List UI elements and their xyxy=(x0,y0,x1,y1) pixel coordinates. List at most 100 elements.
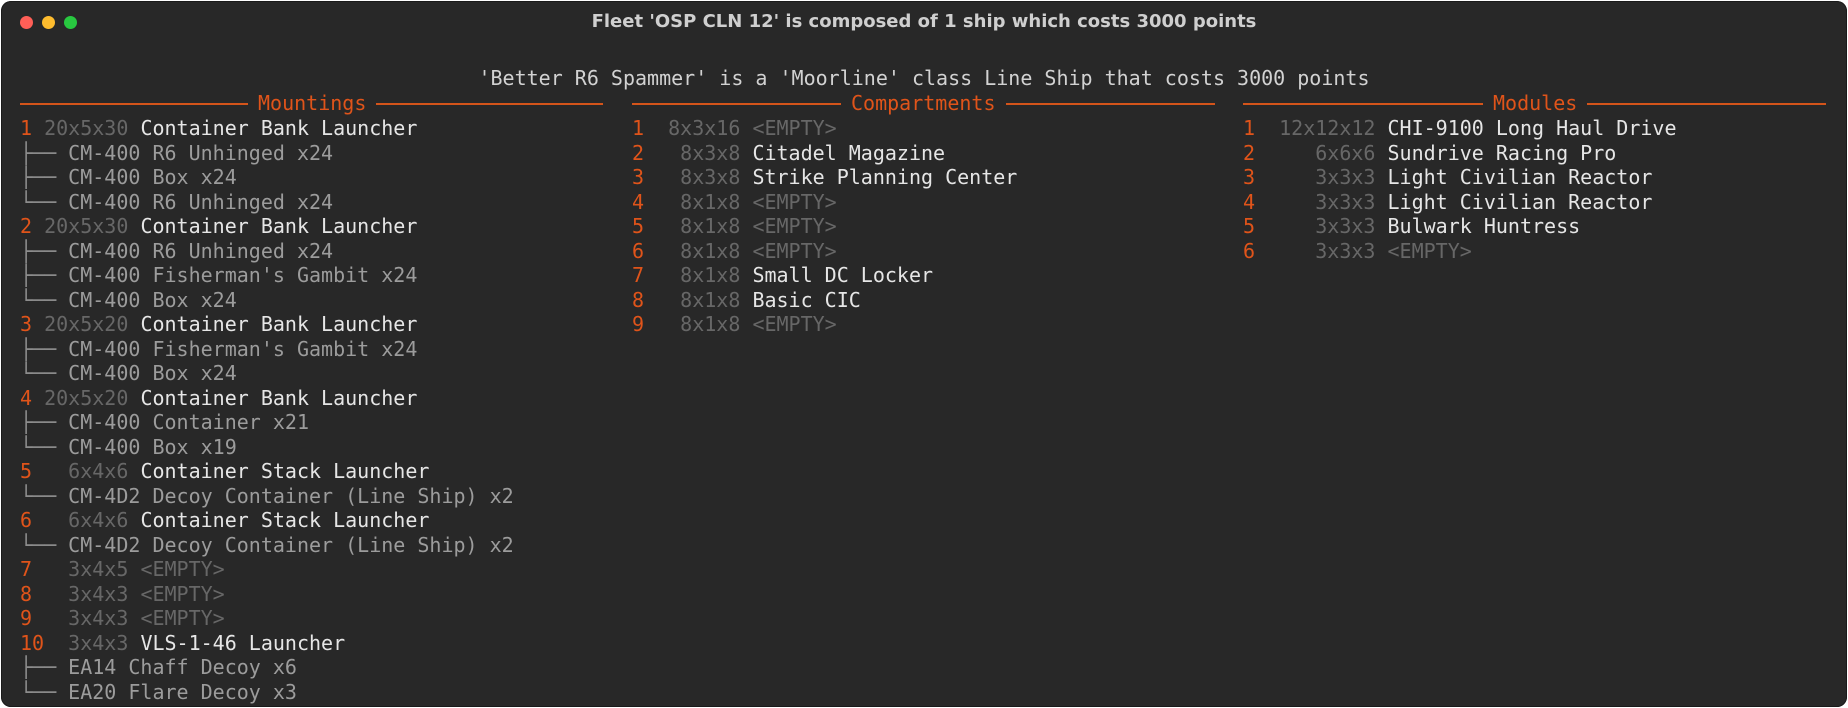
munition-row: └── CM-400 Box x24 xyxy=(20,361,237,385)
mountings-title: Mountings xyxy=(248,91,377,115)
tree-branch: ├── xyxy=(20,238,57,263)
mounting-name: Container Bank Launcher xyxy=(140,214,418,238)
munition-label: CM-400 Fisherman's Gambit x24 xyxy=(68,336,418,361)
tree-branch: └── xyxy=(20,483,57,508)
mounting-name: Container Bank Launcher xyxy=(140,312,418,336)
mounting-index: 1 xyxy=(20,116,33,140)
compartment-row-name: <EMPTY> xyxy=(752,189,837,214)
mounting-index: 6 xyxy=(20,508,33,532)
mounting-name: <EMPTY> xyxy=(140,557,225,581)
mounting-size: 6x4x6 xyxy=(44,508,129,532)
compartment-row-name: Strike Planning Center xyxy=(752,165,1018,189)
compartment-row-size: 8x1x8 xyxy=(668,287,741,312)
mounting-name: Container Stack Launcher xyxy=(140,459,430,483)
mounting-size: 20x5x20 xyxy=(44,385,129,410)
mounting-index: 3 xyxy=(20,312,33,336)
compartment-row: 5 8x1x8 <EMPTY> xyxy=(632,214,837,238)
module-row-index: 5 xyxy=(1243,214,1256,238)
munition-row: ├── CM-400 Fisherman's Gambit x24 xyxy=(20,263,417,287)
mounting-row: 10 3x4x3 VLS-1-46 Launcher xyxy=(20,631,345,655)
tree-branch: ├── xyxy=(20,165,57,189)
compartment-row-index: 5 xyxy=(632,214,645,238)
munition-row: ├── CM-400 Container x21 xyxy=(20,410,309,434)
munition-label: CM-400 Fisherman's Gambit x24 xyxy=(68,263,418,287)
munition-label: CM-400 Box x24 xyxy=(68,287,237,312)
mounting-index: 8 xyxy=(20,581,33,606)
munition-label: EA14 Chaff Decoy x6 xyxy=(68,655,297,679)
ship-summary: 'Better R6 Spammer' is a 'Moorline' clas… xyxy=(478,66,1370,90)
compartment-row-index: 2 xyxy=(632,140,645,165)
module-row: 4 3x3x3 Light Civilian Reactor xyxy=(1243,190,1652,214)
module-row-index: 6 xyxy=(1243,238,1256,263)
mounting-index: 10 xyxy=(20,630,45,655)
mounting-row: 3 20x5x20 Container Bank Launcher xyxy=(20,312,417,336)
mounting-row: 5 6x4x6 Container Stack Launcher xyxy=(20,459,429,483)
module-row: 6 3x3x3 <EMPTY> xyxy=(1243,239,1472,263)
compartment-row-name: <EMPTY> xyxy=(752,238,837,263)
compartment-row-size: 8x1x8 xyxy=(668,189,741,214)
mounting-name: Container Bank Launcher xyxy=(140,385,418,410)
module-row-name: Sundrive Racing Pro xyxy=(1387,140,1617,165)
mounting-size: 3x4x3 xyxy=(44,606,129,630)
munition-row: └── CM-400 Box x24 xyxy=(20,288,237,312)
compartment-row-name: Small DC Locker xyxy=(752,263,934,287)
tree-branch: └── xyxy=(20,532,57,557)
mounting-row: 7 3x4x5 <EMPTY> xyxy=(20,557,225,581)
compartment-row: 9 8x1x8 <EMPTY> xyxy=(632,312,837,336)
mounting-index: 7 xyxy=(20,557,33,581)
mounting-size: 3x4x3 xyxy=(44,581,129,606)
mounting-size: 20x5x20 xyxy=(44,312,129,336)
mounting-size: 20x5x30 xyxy=(44,214,129,238)
module-row-size: 3x3x3 xyxy=(1279,238,1376,263)
module-row: 5 3x3x3 Bulwark Huntress xyxy=(1243,214,1580,238)
compartment-row-size: 8x3x8 xyxy=(668,165,741,189)
tree-branch: ├── xyxy=(20,655,57,679)
compartment-row-index: 1 xyxy=(632,116,645,140)
mounting-index: 5 xyxy=(20,459,33,483)
mounting-row: 6 6x4x6 Container Stack Launcher xyxy=(20,508,429,532)
tree-branch: └── xyxy=(20,361,57,385)
compartment-row-name: Citadel Magazine xyxy=(752,140,946,165)
compartments-header: Compartments xyxy=(632,91,1215,115)
munition-row: ├── EA14 Chaff Decoy x6 xyxy=(20,655,297,679)
module-row: 1 12x12x12 CHI-9100 Long Haul Drive xyxy=(1243,116,1677,140)
munition-row: └── CM-4D2 Decoy Container (Line Ship) x… xyxy=(20,484,514,508)
tree-branch: └── xyxy=(20,189,57,214)
module-row-size: 3x3x3 xyxy=(1279,214,1376,238)
compartment-row-name: <EMPTY> xyxy=(752,312,837,336)
window-title: Fleet 'OSP CLN 12' is composed of 1 ship… xyxy=(591,11,1257,32)
mounting-name: Container Stack Launcher xyxy=(140,508,430,532)
module-row-index: 3 xyxy=(1243,165,1256,189)
compartment-row: 2 8x3x8 Citadel Magazine xyxy=(632,141,945,165)
munition-row: ├── CM-400 R6 Unhinged x24 xyxy=(20,239,333,263)
tree-branch: └── xyxy=(20,287,57,312)
munition-label: CM-400 Box x24 xyxy=(68,361,237,385)
compartment-row-size: 8x1x8 xyxy=(668,263,741,287)
mounting-name: Container Bank Launcher xyxy=(140,116,418,140)
compartment-row-size: 8x1x8 xyxy=(668,214,741,238)
munition-label: CM-400 Container x21 xyxy=(68,410,309,434)
module-row-index: 4 xyxy=(1243,189,1256,214)
munition-row: └── CM-4D2 Decoy Container (Line Ship) x… xyxy=(20,533,514,557)
mounting-name: <EMPTY> xyxy=(140,581,225,606)
module-row-name: <EMPTY> xyxy=(1387,238,1472,263)
mounting-name: <EMPTY> xyxy=(140,606,225,630)
compartment-row: 3 8x3x8 Strike Planning Center xyxy=(632,165,1017,189)
compartment-row-index: 6 xyxy=(632,238,645,263)
compartment-row-index: 4 xyxy=(632,189,645,214)
compartment-row-name: Basic CIC xyxy=(752,287,861,312)
modules-title: Modules xyxy=(1483,91,1588,115)
mounting-index: 2 xyxy=(20,214,33,238)
compartment-row-size: 8x1x8 xyxy=(668,238,741,263)
munition-label: CM-4D2 Decoy Container (Line Ship) x2 xyxy=(68,483,514,508)
munition-row: ├── CM-400 Fisherman's Gambit x24 xyxy=(20,337,417,361)
compartment-row: 4 8x1x8 <EMPTY> xyxy=(632,190,837,214)
tree-branch: ├── xyxy=(20,140,57,165)
compartment-row-name: <EMPTY> xyxy=(752,214,837,238)
compartment-row: 6 8x1x8 <EMPTY> xyxy=(632,239,837,263)
module-row-index: 1 xyxy=(1243,116,1256,140)
mounting-size: 3x4x5 xyxy=(44,557,129,581)
compartment-row: 1 8x3x16 <EMPTY> xyxy=(632,116,837,140)
module-row: 3 3x3x3 Light Civilian Reactor xyxy=(1243,165,1652,189)
compartment-row: 7 8x1x8 Small DC Locker xyxy=(632,263,933,287)
